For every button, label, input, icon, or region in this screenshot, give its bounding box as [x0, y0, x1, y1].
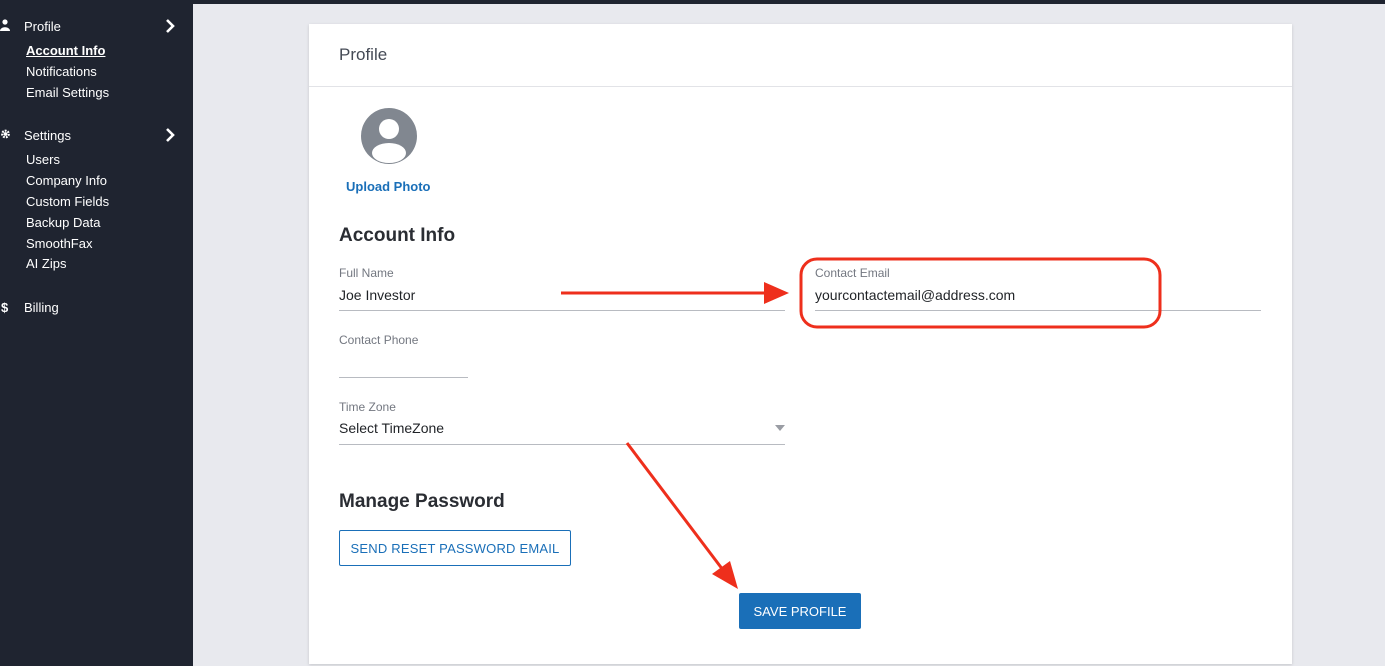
time-zone-underline	[339, 444, 785, 445]
sidebar-item-notifications[interactable]: Notifications	[26, 64, 97, 79]
sidebar-item-custom-fields[interactable]: Custom Fields	[26, 194, 109, 209]
full-name-field[interactable]	[339, 287, 779, 303]
user-icon	[0, 19, 12, 35]
upload-photo-link[interactable]: Upload Photo	[346, 179, 431, 194]
user-avatar-icon	[372, 119, 406, 163]
sidebar-item-account-info[interactable]: Account Info	[26, 43, 105, 58]
top-bar	[0, 0, 1385, 4]
contact-phone-field[interactable]	[339, 354, 465, 370]
account-info-heading: Account Info	[339, 225, 456, 246]
page-title: Profile	[339, 45, 388, 64]
sidebar-item-users[interactable]: Users	[26, 152, 60, 167]
dollar-icon: $	[1, 300, 9, 315]
time-zone-label: Time Zone	[339, 400, 396, 414]
sidebar-item-company-info[interactable]: Company Info	[26, 173, 107, 188]
profile-card: Profile Upload Photo Account Info Full N…	[309, 24, 1292, 664]
chevron-right-icon[interactable]	[163, 17, 177, 35]
chevron-right-icon[interactable]	[163, 126, 177, 144]
time-zone-select[interactable]: Select TimeZone	[339, 420, 779, 440]
sidebar-item-smoothfax[interactable]: SmoothFax	[26, 236, 92, 251]
sidebar: Profile Account Info Notifications Email…	[0, 0, 193, 666]
sidebar-section-label: Settings	[24, 128, 71, 143]
contact-email-underline	[815, 310, 1261, 311]
save-profile-button[interactable]: SAVE PROFILE	[739, 593, 861, 629]
avatar[interactable]	[361, 108, 417, 164]
sidebar-item-ai-zips[interactable]: AI Zips	[26, 256, 66, 271]
sidebar-section-settings[interactable]: Settings	[0, 126, 193, 146]
sidebar-section-label: Profile	[24, 19, 61, 34]
full-name-underline	[339, 310, 785, 311]
manage-password-heading: Manage Password	[339, 491, 505, 512]
contact-phone-underline	[339, 377, 468, 378]
sidebar-section-billing[interactable]: $ Billing	[0, 298, 193, 318]
gear-icon	[0, 128, 12, 144]
sidebar-section-profile[interactable]: Profile	[0, 17, 193, 37]
contact-email-label: Contact Email	[815, 266, 890, 280]
sidebar-item-email-settings[interactable]: Email Settings	[26, 85, 109, 100]
time-zone-selected-value: Select TimeZone	[339, 420, 445, 436]
full-name-label: Full Name	[339, 266, 394, 280]
card-header: Profile	[309, 24, 1292, 87]
send-reset-password-button[interactable]: SEND RESET PASSWORD EMAIL	[339, 530, 571, 566]
contact-email-field[interactable]	[815, 287, 1255, 303]
sidebar-section-label: Billing	[24, 300, 59, 315]
dropdown-caret-icon[interactable]	[775, 425, 785, 431]
contact-phone-label: Contact Phone	[339, 333, 419, 347]
sidebar-item-backup-data[interactable]: Backup Data	[26, 215, 100, 230]
